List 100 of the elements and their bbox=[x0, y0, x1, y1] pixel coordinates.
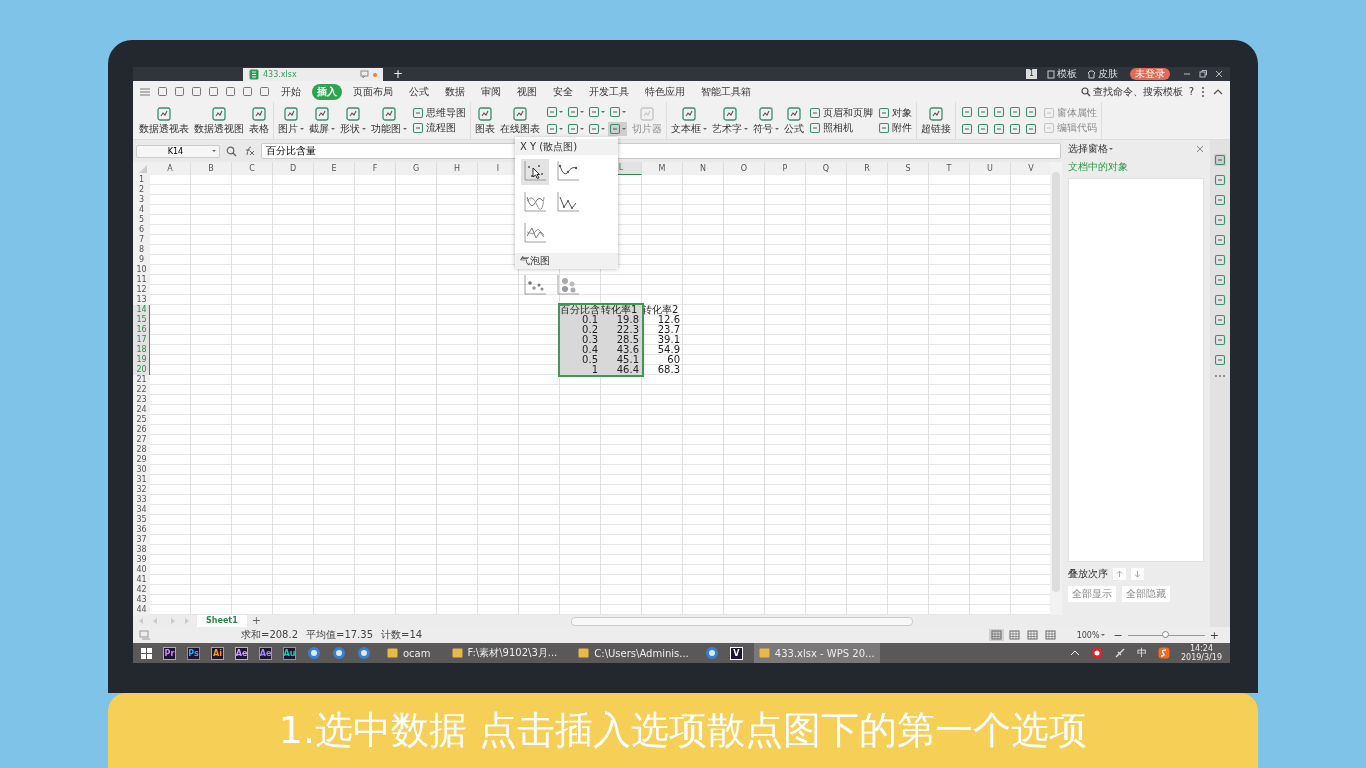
app-icon[interactable]: Ai bbox=[211, 646, 224, 660]
search-command-field[interactable]: 查找命令、搜索模板 bbox=[1080, 84, 1183, 99]
pane-title[interactable]: 选择窗格 bbox=[1068, 142, 1113, 156]
row-header[interactable]: 25 bbox=[133, 415, 150, 425]
row-header[interactable]: 32 bbox=[133, 485, 150, 495]
ribbon-button[interactable]: 页眉和页脚 bbox=[809, 107, 873, 119]
zoom-icon[interactable] bbox=[226, 145, 237, 157]
ribbon-icon-button[interactable] bbox=[1024, 105, 1038, 119]
column-header[interactable]: F bbox=[355, 162, 396, 175]
app-icon[interactable]: V bbox=[729, 646, 743, 660]
menu-tab[interactable]: 特色应用 bbox=[640, 83, 690, 100]
row-header[interactable]: 11 bbox=[133, 275, 150, 285]
menu-tab[interactable]: 数据 bbox=[440, 83, 470, 100]
menu-tab[interactable]: 智能工具箱 bbox=[696, 83, 756, 100]
row-header[interactable]: 6 bbox=[133, 225, 150, 235]
row-header[interactable]: 8 bbox=[133, 245, 150, 255]
ribbon-button[interactable]: 功能图 bbox=[371, 106, 407, 135]
column-header[interactable]: B bbox=[191, 162, 232, 175]
windows-icon[interactable] bbox=[141, 647, 152, 659]
window-count-badge[interactable]: 1 bbox=[1025, 69, 1037, 79]
row-header[interactable]: 13 bbox=[133, 295, 150, 305]
ribbon-icon-button[interactable] bbox=[976, 122, 990, 136]
column-header[interactable]: E bbox=[314, 162, 355, 175]
menu-tab[interactable]: 视图 bbox=[512, 83, 542, 100]
ribbon-icon-button[interactable] bbox=[976, 105, 990, 119]
help-button[interactable]: ? bbox=[1188, 86, 1194, 97]
column-header[interactable]: H bbox=[437, 162, 478, 175]
column-header[interactable]: P bbox=[765, 162, 806, 175]
ribbon-icon-button[interactable] bbox=[608, 122, 627, 136]
ribbon-button[interactable]: 文本框 bbox=[671, 106, 707, 135]
input-method[interactable]: 中 bbox=[1136, 646, 1147, 660]
row-header[interactable]: 35 bbox=[133, 515, 150, 525]
app-icon[interactable]: Ae bbox=[235, 646, 248, 660]
column-header[interactable]: C bbox=[232, 162, 273, 175]
app-icon[interactable] bbox=[357, 646, 371, 660]
menu-tab[interactable]: 开始 bbox=[276, 83, 306, 100]
ribbon-icon-button[interactable] bbox=[992, 105, 1006, 119]
close-icon[interactable] bbox=[1196, 145, 1204, 153]
ribbon-button[interactable]: 公式 bbox=[784, 106, 804, 135]
ribbon-icon-button[interactable] bbox=[1008, 105, 1022, 119]
column-header[interactable]: S bbox=[888, 162, 929, 175]
row-header[interactable]: 1 bbox=[133, 175, 150, 185]
app-icon[interactable] bbox=[704, 646, 719, 660]
column-header[interactable]: U bbox=[970, 162, 1011, 175]
ribbon-button[interactable]: 数据透视图 bbox=[194, 106, 244, 135]
tool-icon[interactable] bbox=[1214, 214, 1226, 226]
vertical-scrollbar[interactable] bbox=[1050, 162, 1062, 615]
row-header[interactable]: 20 bbox=[133, 365, 150, 375]
column-header[interactable]: A bbox=[150, 162, 191, 175]
column-header[interactable]: G bbox=[396, 162, 437, 175]
ribbon-button[interactable]: 截屏 bbox=[309, 106, 335, 135]
column-header[interactable]: T bbox=[929, 162, 970, 175]
row-header[interactable]: 26 bbox=[133, 425, 150, 435]
row-header[interactable]: 27 bbox=[133, 435, 150, 445]
row-header[interactable]: 7 bbox=[133, 235, 150, 245]
close-icon[interactable] bbox=[1214, 69, 1224, 79]
ribbon-button[interactable]: 思维导图 bbox=[412, 107, 466, 119]
app-icon[interactable] bbox=[1090, 647, 1103, 659]
column-header[interactable]: M bbox=[642, 162, 683, 175]
ribbon-button[interactable]: 流程图 bbox=[412, 122, 466, 134]
menu-tab[interactable]: 公式 bbox=[404, 83, 434, 100]
clock-time[interactable]: 14:24 bbox=[1189, 644, 1213, 653]
row-header[interactable]: 36 bbox=[133, 525, 150, 535]
column-header[interactable]: Q bbox=[806, 162, 847, 175]
tool-icon[interactable] bbox=[1214, 314, 1226, 326]
tool-icon[interactable] bbox=[1214, 274, 1226, 286]
row-header[interactable]: 4 bbox=[133, 205, 150, 215]
ribbon-button[interactable]: 超链接 bbox=[921, 106, 951, 135]
ribbon-button[interactable]: 表格 bbox=[249, 106, 269, 135]
row-header[interactable]: 30 bbox=[133, 465, 150, 475]
add-sheet-button[interactable]: + bbox=[251, 615, 261, 627]
row-header[interactable]: 41 bbox=[133, 575, 150, 585]
app-icon[interactable] bbox=[307, 646, 321, 660]
app-icon[interactable]: Au bbox=[283, 646, 296, 660]
show-hidden-icon[interactable] bbox=[1069, 649, 1080, 657]
app-icon[interactable]: Ae bbox=[259, 646, 272, 660]
tool-icon[interactable] bbox=[1214, 354, 1226, 366]
ribbon-button[interactable]: 对象 bbox=[878, 107, 912, 119]
ribbon-button[interactable]: 符号 bbox=[753, 106, 779, 135]
menu-tab[interactable]: 页面布局 bbox=[348, 83, 398, 100]
row-header[interactable]: 39 bbox=[133, 555, 150, 565]
row-header[interactable]: 2 bbox=[133, 185, 150, 195]
tool-icon[interactable] bbox=[1214, 234, 1226, 246]
ribbon-icon-button[interactable] bbox=[960, 122, 974, 136]
row-header[interactable]: 40 bbox=[133, 565, 150, 575]
row-header[interactable]: 33 bbox=[133, 495, 150, 505]
taskbar-window[interactable]: 433.xlsx - WPS 20... bbox=[753, 643, 880, 663]
tool-icon[interactable] bbox=[1214, 194, 1226, 206]
skin-button[interactable]: 皮肤 bbox=[1087, 67, 1118, 81]
ribbon-button[interactable]: 图片 bbox=[278, 106, 304, 135]
row-header[interactable]: 23 bbox=[133, 395, 150, 405]
zoom-level[interactable]: 100% bbox=[1076, 630, 1105, 640]
move-down-button[interactable] bbox=[1131, 568, 1144, 580]
row-header[interactable]: 42 bbox=[133, 585, 150, 595]
ribbon-icon-button[interactable] bbox=[587, 122, 606, 136]
ribbon-button[interactable]: 照相机 bbox=[809, 122, 873, 134]
row-header[interactable]: 12 bbox=[133, 285, 150, 295]
tool-icon[interactable] bbox=[1214, 334, 1226, 346]
tool-icon[interactable] bbox=[1214, 174, 1226, 186]
menu-tab[interactable]: 审阅 bbox=[476, 83, 506, 100]
